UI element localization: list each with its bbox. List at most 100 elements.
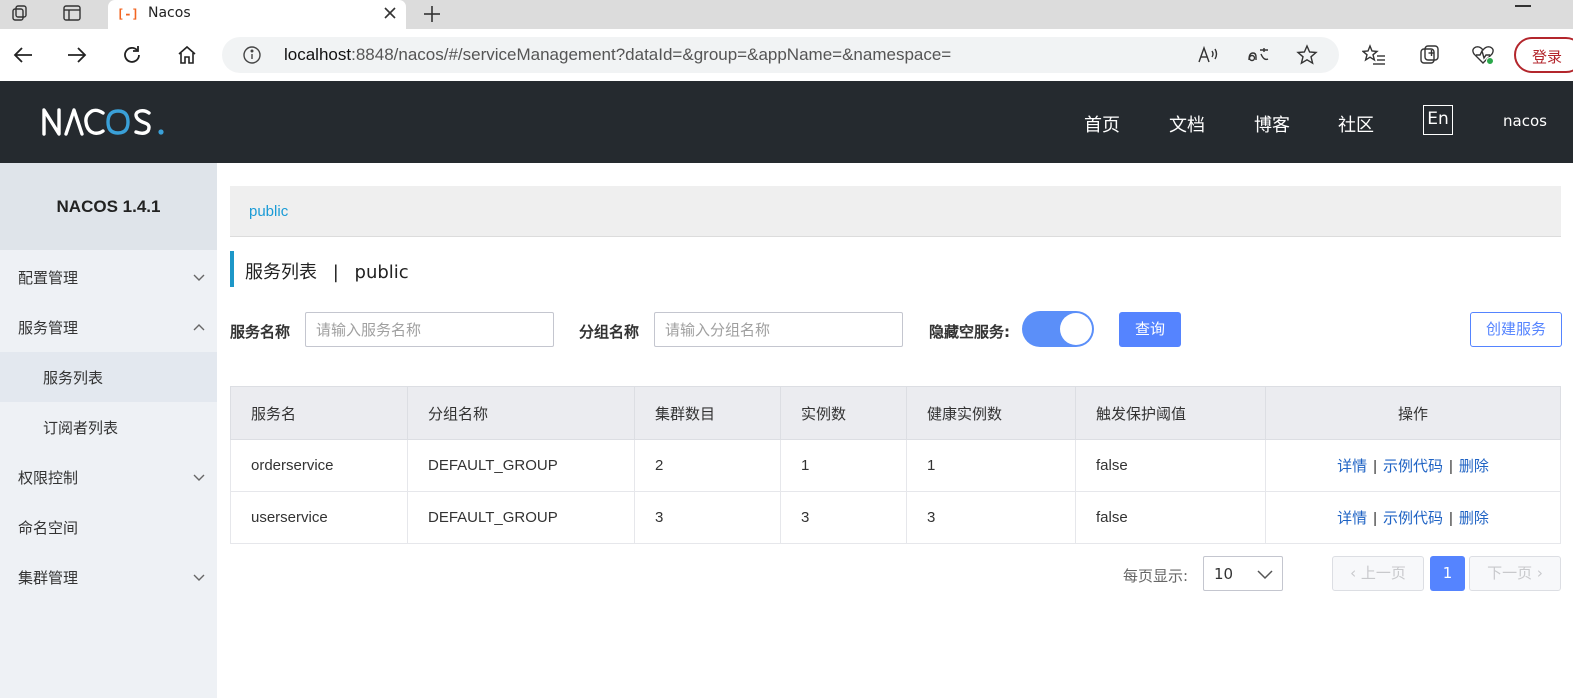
sidebar-item-service-management[interactable]: 服务管理 bbox=[0, 302, 217, 352]
create-service-button[interactable]: 创建服务 bbox=[1470, 312, 1562, 347]
table-header-row: 服务名 分组名称 集群数目 实例数 健康实例数 触发保护阈值 操作 bbox=[230, 386, 1561, 440]
column-header: 操作 bbox=[1265, 386, 1561, 440]
sample-code-link[interactable]: 示例代码 bbox=[1383, 510, 1443, 527]
delete-link[interactable]: 删除 bbox=[1459, 458, 1489, 475]
actions-cell: 详情 | 示例代码 | 删除 bbox=[1265, 491, 1561, 544]
group-cell: DEFAULT_GROUP bbox=[407, 491, 635, 544]
sidebar-item-service-list[interactable]: 服务列表 bbox=[0, 352, 217, 402]
forward-arrow-icon[interactable] bbox=[64, 42, 90, 68]
toggle-knob bbox=[1060, 313, 1092, 345]
sidebar-item-label: 权限控制 bbox=[18, 469, 79, 487]
url-host: localhost bbox=[284, 45, 352, 64]
new-tab-plus-icon[interactable] bbox=[420, 2, 444, 26]
column-header: 集群数目 bbox=[634, 386, 781, 440]
sample-code-link[interactable]: 示例代码 bbox=[1383, 458, 1443, 475]
browser-tab-strip: [-] Nacos bbox=[0, 0, 1573, 29]
service-name-label: 服务名称 bbox=[230, 323, 291, 341]
instance-count-cell: 1 bbox=[780, 439, 907, 492]
sidebar-item-subscriber-list[interactable]: 订阅者列表 bbox=[0, 402, 217, 452]
tab-title: Nacos bbox=[148, 5, 191, 21]
language-toggle-button[interactable]: En bbox=[1423, 105, 1453, 135]
sidebar-item-label: 服务列表 bbox=[43, 369, 104, 387]
favorites-list-icon[interactable] bbox=[1361, 42, 1387, 68]
group-cell: DEFAULT_GROUP bbox=[407, 439, 635, 492]
close-icon[interactable] bbox=[381, 4, 399, 22]
next-page-button[interactable]: 下一页 › bbox=[1469, 556, 1561, 591]
sidebar-item-label: 配置管理 bbox=[18, 269, 79, 287]
column-header: 健康实例数 bbox=[906, 386, 1076, 440]
tab-actions-icon[interactable] bbox=[61, 3, 83, 23]
page-title-namespace: public bbox=[354, 262, 409, 283]
group-name-input[interactable] bbox=[654, 312, 903, 347]
sidebar-item-config-management[interactable]: 配置管理 bbox=[0, 252, 217, 302]
action-separator: | bbox=[1373, 458, 1377, 475]
reload-icon[interactable] bbox=[119, 42, 145, 68]
url-text[interactable]: localhost:8848/nacos/#/serviceManagement… bbox=[284, 45, 951, 65]
service-name-cell: orderservice bbox=[230, 439, 408, 492]
address-bar[interactable]: localhost:8848/nacos/#/serviceManagement… bbox=[222, 37, 1339, 73]
favorite-star-icon[interactable] bbox=[1295, 44, 1319, 66]
detail-link[interactable]: 详情 bbox=[1337, 458, 1367, 475]
column-header: 触发保护阈值 bbox=[1075, 386, 1266, 440]
namespace-tab-public[interactable]: public bbox=[249, 203, 288, 220]
cluster-count-cell: 2 bbox=[634, 439, 781, 492]
nav-community[interactable]: 社区 bbox=[1338, 111, 1374, 137]
site-info-icon[interactable] bbox=[242, 45, 262, 65]
threshold-cell: false bbox=[1075, 439, 1266, 492]
workspaces-icon[interactable] bbox=[9, 3, 31, 23]
sidebar: NACOS 1.4.1 配置管理 服务管理 服务列表 订阅者列表 权限控制 命名… bbox=[0, 163, 217, 698]
url-path: :8848/nacos/#/serviceManagement?dataId=&… bbox=[351, 45, 952, 64]
healthy-count-cell: 3 bbox=[906, 491, 1076, 544]
chevron-down-icon bbox=[193, 574, 205, 581]
column-header: 分组名称 bbox=[407, 386, 635, 440]
page-title: 服务列表 | public bbox=[230, 251, 409, 287]
chevron-down-icon bbox=[193, 274, 205, 281]
namespace-bar: public bbox=[230, 186, 1561, 237]
hide-empty-label: 隐藏空服务: bbox=[929, 323, 1010, 341]
read-aloud-icon[interactable] bbox=[1196, 44, 1220, 66]
page-size-select[interactable]: 10 bbox=[1203, 556, 1283, 591]
action-separator: | bbox=[1373, 510, 1377, 527]
nav-blog[interactable]: 博客 bbox=[1254, 111, 1290, 137]
column-header: 实例数 bbox=[780, 386, 907, 440]
collections-icon[interactable] bbox=[1416, 42, 1442, 68]
chevron-up-icon bbox=[193, 324, 205, 331]
actions-cell: 详情 | 示例代码 | 删除 bbox=[1265, 439, 1561, 492]
chevron-right-icon: › bbox=[1536, 564, 1543, 582]
nav-home[interactable]: 首页 bbox=[1084, 111, 1120, 137]
page-title-text: 服务列表 bbox=[245, 262, 317, 283]
detail-link[interactable]: 详情 bbox=[1337, 510, 1367, 527]
action-separator: | bbox=[1449, 458, 1453, 475]
sidebar-item-namespace[interactable]: 命名空间 bbox=[0, 502, 217, 552]
chevron-down-icon bbox=[1257, 570, 1273, 580]
sidebar-item-cluster-management[interactable]: 集群管理 bbox=[0, 552, 217, 602]
product-version: NACOS 1.4.1 bbox=[0, 163, 217, 250]
translate-icon[interactable] bbox=[1246, 44, 1270, 66]
nacos-favicon-icon: [-] bbox=[117, 7, 139, 21]
user-menu[interactable]: nacos bbox=[1503, 112, 1547, 130]
sidebar-item-access-control[interactable]: 权限控制 bbox=[0, 452, 217, 502]
login-button[interactable]: 登录 bbox=[1514, 37, 1573, 73]
prev-page-button[interactable]: ‹ 上一页 bbox=[1332, 556, 1424, 591]
browser-essentials-icon[interactable] bbox=[1470, 42, 1496, 68]
sidebar-item-label: 集群管理 bbox=[18, 569, 79, 587]
nacos-logo[interactable] bbox=[42, 107, 166, 137]
minimize-icon[interactable] bbox=[1515, 5, 1531, 7]
home-icon[interactable] bbox=[174, 42, 200, 68]
service-name-input[interactable] bbox=[305, 312, 554, 347]
nav-docs[interactable]: 文档 bbox=[1169, 111, 1205, 137]
page-title-separator: | bbox=[332, 262, 339, 283]
tab-nacos[interactable]: [-] Nacos bbox=[108, 0, 406, 29]
sidebar-item-label: 订阅者列表 bbox=[43, 419, 119, 437]
instance-count-cell: 3 bbox=[780, 491, 907, 544]
query-button[interactable]: 查询 bbox=[1119, 312, 1181, 347]
next-page-label: 下一页 bbox=[1487, 564, 1533, 582]
sidebar-item-label: 服务管理 bbox=[18, 319, 79, 337]
back-arrow-icon[interactable] bbox=[10, 42, 36, 68]
table-row: orderservice DEFAULT_GROUP 2 1 1 false 详… bbox=[230, 439, 1561, 492]
hide-empty-toggle[interactable] bbox=[1022, 311, 1094, 347]
delete-link[interactable]: 删除 bbox=[1459, 510, 1489, 527]
page-size-value: 10 bbox=[1214, 565, 1234, 583]
current-page-button[interactable]: 1 bbox=[1430, 556, 1465, 591]
healthy-count-cell: 1 bbox=[906, 439, 1076, 492]
